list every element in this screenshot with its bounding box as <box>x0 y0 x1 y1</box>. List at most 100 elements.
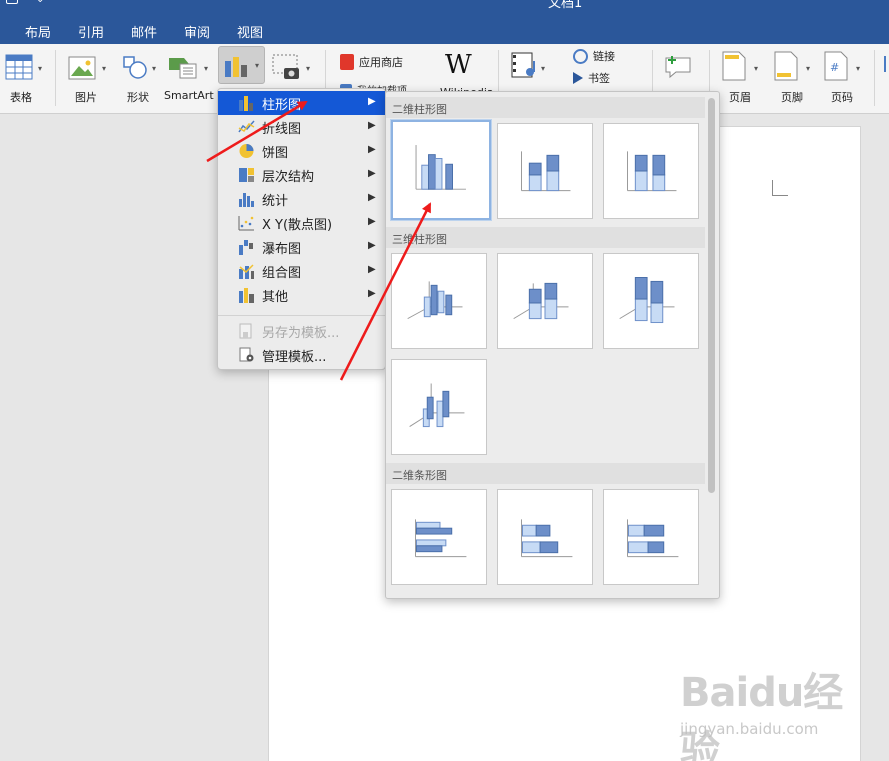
clustered-column-preview <box>415 145 466 190</box>
menu-item-combo[interactable]: 组合图 ▶ <box>218 259 385 283</box>
bookmark-label: 书签 <box>588 72 610 85</box>
print-icon[interactable] <box>6 0 18 4</box>
store-icon <box>340 54 354 70</box>
chart-thumb-3d-100-stacked-column[interactable] <box>603 253 699 349</box>
ribbon-tab-bar: ⌄ 文档1 布局 引用 邮件 审阅 视图 <box>0 0 889 44</box>
3d-clustered-column-preview <box>407 281 463 320</box>
header-button[interactable]: ▾ 页眉 <box>718 48 762 108</box>
chart-dropdown-icon: ▾ <box>255 61 260 70</box>
chart-thumb-3d-stacked-column[interactable] <box>497 253 593 349</box>
submenu-arrow-icon: ▶ <box>368 144 376 155</box>
tab-view[interactable]: 视图 <box>237 22 263 41</box>
textbox-icon[interactable] <box>884 56 889 72</box>
menu-item-scatter[interactable]: X Y(散点图) ▶ <box>218 211 385 235</box>
app-store-button[interactable]: 应用商店 <box>340 54 403 70</box>
footer-button[interactable]: ▾ 页脚 <box>770 48 814 108</box>
manage-template-icon <box>239 347 254 362</box>
menu-item-save-template: 另存为模板... <box>218 319 385 343</box>
picture-icon <box>68 56 96 80</box>
qat-dropdown-icon[interactable]: ⌄ <box>36 0 44 5</box>
menu-item-column[interactable]: 柱形图 ▶ <box>218 91 385 115</box>
3d-column-preview <box>409 383 465 428</box>
menu-item-label: 其他 <box>262 290 289 305</box>
link-label: 链接 <box>593 50 615 63</box>
menu-item-pie[interactable]: 饼图 ▶ <box>218 139 385 163</box>
menu-item-waterfall[interactable]: 瀑布图 ▶ <box>218 235 385 259</box>
smartart-label: SmartArt <box>164 89 214 102</box>
wikipedia-icon: W <box>445 50 472 80</box>
chart-thumb-100-stacked-bar[interactable] <box>603 489 699 585</box>
chart-thumb-3d-clustered-column[interactable] <box>391 253 487 349</box>
shapes-icon <box>123 56 147 79</box>
menu-item-label: 统计 <box>262 194 289 209</box>
table-label: 表格 <box>10 91 32 104</box>
tab-review[interactable]: 审阅 <box>184 22 210 41</box>
menu-divider <box>218 315 385 316</box>
gallery-section-2d-column: 二维柱形图 <box>386 97 705 118</box>
page-number-dropdown-icon: ▾ <box>856 64 861 73</box>
menu-item-statistic[interactable]: 统计 ▶ <box>218 187 385 211</box>
table-icon <box>5 54 33 80</box>
svg-text:#: # <box>830 61 839 74</box>
scatter-chart-icon <box>238 216 254 231</box>
menu-item-label: 柱形图 <box>262 98 302 113</box>
tab-mailings[interactable]: 邮件 <box>131 22 157 41</box>
gallery-section-2d-bar: 二维条形图 <box>386 463 705 484</box>
submenu-arrow-icon: ▶ <box>368 120 376 131</box>
menu-item-label: 层次结构 <box>262 170 315 185</box>
gallery-section-3d-column: 三维柱形图 <box>386 227 705 248</box>
smartart-button[interactable]: ▾ SmartArt <box>164 48 216 108</box>
media-icon <box>511 52 535 78</box>
header-icon <box>722 51 746 81</box>
watermark-logo: Baidu经验 <box>680 670 843 761</box>
tab-layout[interactable]: 布局 <box>25 22 51 41</box>
page-number-button[interactable]: # ▾ 页码 <box>820 48 864 108</box>
header-dropdown-icon: ▾ <box>754 64 759 73</box>
submenu-arrow-icon: ▶ <box>368 168 376 179</box>
menu-item-label: 瀑布图 <box>262 242 302 257</box>
percent-stacked-column-preview <box>627 151 677 192</box>
picture-button[interactable]: ▾ 图片 <box>66 48 106 108</box>
chart-thumb-clustered-column[interactable] <box>391 120 491 220</box>
menu-item-hierarchy[interactable]: 层次结构 ▶ <box>218 163 385 187</box>
menu-item-label: 组合图 <box>262 266 302 281</box>
ribbon-divider <box>874 50 875 106</box>
header-label: 页眉 <box>729 91 751 104</box>
column-chart-icon <box>239 96 253 111</box>
statistic-chart-icon <box>239 193 254 207</box>
chart-thumb-3d-column[interactable] <box>391 359 487 455</box>
chart-type-menu: 柱形图 ▶ 折线图 ▶ 饼图 ▶ 层次结构 ▶ 统计 ▶ X Y(散点图) ▶ … <box>217 88 386 370</box>
chart-thumb-100-stacked-column[interactable] <box>603 123 699 219</box>
table-dropdown-icon: ▾ <box>38 64 43 73</box>
screenshot-dropdown-icon: ▾ <box>306 64 311 73</box>
media-dropdown-icon: ▾ <box>541 64 546 73</box>
gallery-scrollbar[interactable] <box>708 98 715 493</box>
chart-thumb-stacked-bar[interactable] <box>497 489 593 585</box>
waterfall-chart-icon <box>239 240 253 255</box>
combo-chart-icon <box>239 264 254 279</box>
chart-thumb-clustered-bar[interactable] <box>391 489 487 585</box>
chart-thumb-stacked-column[interactable] <box>497 123 593 219</box>
ribbon-divider <box>55 50 56 106</box>
chart-icon <box>225 57 247 77</box>
shapes-label: 形状 <box>127 91 149 104</box>
menu-item-line[interactable]: 折线图 ▶ <box>218 115 385 139</box>
bookmark-button[interactable]: 书签 <box>573 70 610 86</box>
smartart-icon <box>169 58 197 79</box>
watermark-url: jingyan.baidu.com <box>680 720 819 738</box>
bookmark-icon <box>573 72 583 84</box>
screenshot-icon <box>272 54 299 79</box>
chart-button[interactable]: ▾ <box>218 46 265 84</box>
link-button[interactable]: 链接 <box>573 48 615 64</box>
menu-item-manage-template[interactable]: 管理模板... <box>218 343 385 367</box>
menu-item-other[interactable]: 其他 ▶ <box>218 283 385 307</box>
tab-references[interactable]: 引用 <box>78 22 104 41</box>
shapes-button[interactable]: ▾ 形状 <box>118 48 158 108</box>
chart-subtype-gallery: 二维柱形图 三维柱形图 二维条形图 <box>385 91 720 599</box>
comment-icon <box>665 56 691 79</box>
pie-chart-icon <box>239 144 254 158</box>
table-button[interactable]: ▾ 表格 <box>2 48 42 108</box>
menu-item-label: 饼图 <box>262 146 289 161</box>
submenu-arrow-icon: ▶ <box>368 288 376 299</box>
hierarchy-chart-icon <box>239 168 254 182</box>
